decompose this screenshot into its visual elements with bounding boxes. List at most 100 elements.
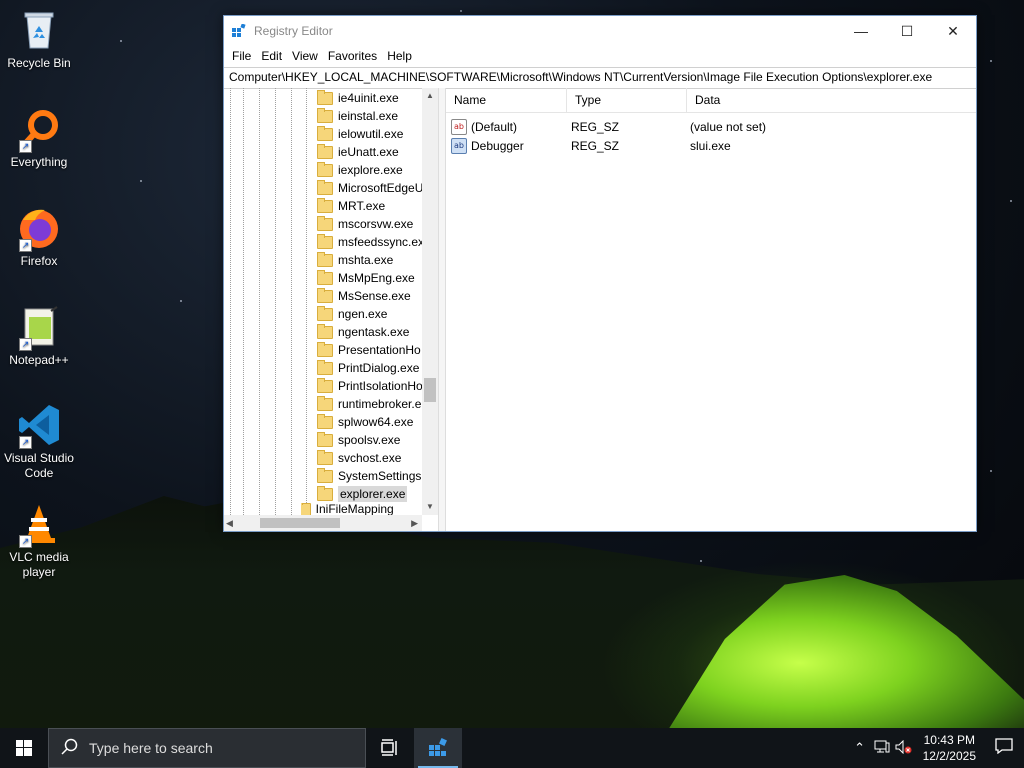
value-row-default[interactable]: ab (Default) REG_SZ (value not set) bbox=[446, 117, 976, 136]
tree-key-item[interactable]: ngentask.exe bbox=[317, 323, 409, 341]
menu-bar: File Edit View Favorites Help bbox=[224, 46, 976, 66]
tree-key-label: ie4uinit.exe bbox=[338, 91, 399, 105]
folder-icon bbox=[317, 251, 333, 267]
tree-key-item[interactable]: mscorsvw.exe bbox=[317, 215, 413, 233]
values-list[interactable]: Name Type Data ab (Default) REG_SZ (valu… bbox=[445, 88, 976, 531]
vscode-icon: ↗ bbox=[17, 403, 61, 449]
desktop-icon-label: Everything bbox=[10, 155, 68, 169]
folder-icon bbox=[317, 323, 333, 339]
tree-key-item[interactable]: ngen.exe bbox=[317, 305, 387, 323]
registry-editor-icon bbox=[429, 738, 447, 756]
title-bar[interactable]: Registry Editor — ☐ ✕ bbox=[224, 16, 976, 46]
tree-key-item[interactable]: PrintIsolationHo bbox=[317, 377, 423, 395]
tree-key-item[interactable]: MsMpEng.exe bbox=[317, 269, 415, 287]
column-header-data[interactable]: Data bbox=[687, 88, 895, 112]
tree-key-item[interactable]: explorer.exe bbox=[317, 485, 408, 503]
scroll-down-arrow-icon[interactable]: ▼ bbox=[422, 499, 438, 515]
tree-key-item[interactable]: SystemSettings. bbox=[317, 467, 425, 485]
maximize-button[interactable]: ☐ bbox=[884, 16, 930, 46]
scrollbar-thumb[interactable] bbox=[424, 378, 436, 402]
value-type: REG_SZ bbox=[571, 119, 620, 134]
folder-icon bbox=[317, 125, 333, 141]
tree-key-item[interactable]: ielowutil.exe bbox=[317, 125, 403, 143]
search-placeholder: Type here to search bbox=[89, 740, 213, 756]
tree-horizontal-scrollbar[interactable]: ◀ ▶ bbox=[224, 515, 422, 531]
desktop-icon-vlc[interactable]: ↗ VLC media player bbox=[0, 502, 78, 580]
desktop-icon-notepad-plus-plus[interactable]: ↗ Notepad++ bbox=[0, 305, 78, 368]
desktop-icon-label: Firefox bbox=[20, 254, 58, 268]
tree-key-item[interactable]: MsSense.exe bbox=[317, 287, 411, 305]
menu-favorites[interactable]: Favorites bbox=[323, 49, 382, 63]
tree-key-label: splwow64.exe bbox=[338, 415, 414, 429]
tree-vertical-scrollbar[interactable]: ▲ ▼ bbox=[422, 88, 438, 515]
start-button[interactable] bbox=[0, 728, 48, 768]
firefox-icon: ↗ bbox=[17, 206, 61, 252]
network-icon[interactable] bbox=[871, 740, 893, 757]
chevron-up-icon[interactable]: ⌃ bbox=[849, 740, 871, 756]
clock-time: 10:43 PM bbox=[923, 733, 975, 747]
scroll-up-arrow-icon[interactable]: ▲ bbox=[422, 88, 438, 104]
shortcut-arrow-icon: ↗ bbox=[19, 140, 32, 153]
desktop-icon-everything[interactable]: ↗ Everything bbox=[0, 107, 78, 170]
menu-help[interactable]: Help bbox=[382, 49, 417, 63]
scrollbar-thumb[interactable] bbox=[260, 518, 340, 528]
windows-logo-icon bbox=[16, 740, 32, 756]
tree-key-item[interactable]: PresentationHo bbox=[317, 341, 421, 359]
tree-key-item[interactable]: ieUnatt.exe bbox=[317, 143, 399, 161]
tree-key-label: ielowutil.exe bbox=[338, 127, 404, 141]
value-data: (value not set) bbox=[690, 119, 767, 134]
taskbar-clock[interactable]: 10:43 PM 12/2/2025 bbox=[915, 732, 984, 764]
menu-file[interactable]: File bbox=[227, 49, 256, 63]
tree-key-label: SystemSettings. bbox=[338, 469, 425, 483]
column-header-name[interactable]: Name bbox=[446, 88, 567, 112]
desktop-icon-vscode[interactable]: ↗ Visual Studio Code bbox=[0, 403, 78, 481]
taskbar-app-registry-editor[interactable] bbox=[414, 728, 462, 768]
tree-key-item[interactable]: msfeedssync.ex bbox=[317, 233, 424, 251]
folder-icon bbox=[317, 341, 333, 357]
value-type: REG_SZ bbox=[571, 138, 620, 153]
tree-key-item[interactable]: ›IniFileMapping bbox=[301, 503, 394, 515]
desktop-icon-recycle-bin[interactable]: Recycle Bin bbox=[0, 8, 78, 71]
folder-icon bbox=[317, 377, 333, 393]
tree-key-label: MsMpEng.exe bbox=[338, 271, 415, 285]
tree-key-item[interactable]: splwow64.exe bbox=[317, 413, 413, 431]
close-button[interactable]: ✕ bbox=[930, 16, 976, 46]
scroll-left-arrow-icon[interactable]: ◀ bbox=[226, 515, 233, 531]
column-header-type[interactable]: Type bbox=[567, 88, 687, 112]
desktop-icon-firefox[interactable]: ↗ Firefox bbox=[0, 206, 78, 269]
tree-key-item[interactable]: MicrosoftEdgeU bbox=[317, 179, 423, 197]
minimize-button[interactable]: — bbox=[838, 16, 884, 46]
tree-key-item[interactable]: ie4uinit.exe bbox=[317, 89, 399, 107]
tree-key-label: ngentask.exe bbox=[338, 325, 410, 339]
tree-key-item[interactable]: MRT.exe bbox=[317, 197, 385, 215]
string-value-icon: ab bbox=[451, 118, 467, 135]
folder-icon bbox=[317, 413, 333, 429]
task-view-icon bbox=[381, 739, 397, 756]
key-tree[interactable]: ie4uinit.exe ieinstal.exe ielowutil.exe ieU… bbox=[224, 88, 439, 531]
value-row-debugger[interactable]: ab Debugger REG_SZ slui.exe bbox=[446, 136, 976, 155]
everything-search-icon: ↗ bbox=[17, 107, 61, 153]
menu-edit[interactable]: Edit bbox=[256, 49, 287, 63]
folder-icon bbox=[317, 179, 333, 195]
tree-key-item[interactable]: iexplore.exe bbox=[317, 161, 403, 179]
registry-editor-icon bbox=[232, 23, 246, 38]
tree-key-label: mshta.exe bbox=[338, 253, 394, 267]
tree-key-item[interactable]: PrintDialog.exe bbox=[317, 359, 419, 377]
tree-key-item[interactable]: spoolsv.exe bbox=[317, 431, 400, 449]
menu-view[interactable]: View bbox=[287, 49, 323, 63]
tree-key-label: PresentationHo bbox=[338, 343, 421, 357]
tree-key-label: msfeedssync.ex bbox=[338, 235, 425, 249]
task-view-button[interactable] bbox=[366, 728, 414, 768]
tree-key-item[interactable]: runtimebroker.e bbox=[317, 395, 421, 413]
address-bar[interactable]: Computer\HKEY_LOCAL_MACHINE\SOFTWARE\Mic… bbox=[224, 67, 976, 89]
notification-center-icon[interactable] bbox=[984, 737, 1024, 759]
tree-key-item[interactable]: ieinstal.exe bbox=[317, 107, 398, 125]
tree-key-item[interactable]: svchost.exe bbox=[317, 449, 401, 467]
volume-muted-icon[interactable] bbox=[893, 739, 915, 757]
taskbar-search-box[interactable]: Type here to search bbox=[48, 728, 366, 768]
folder-icon bbox=[317, 449, 333, 465]
folder-icon bbox=[317, 305, 333, 321]
scroll-right-arrow-icon[interactable]: ▶ bbox=[411, 515, 418, 531]
recycle-bin-icon bbox=[17, 8, 61, 52]
tree-key-item[interactable]: mshta.exe bbox=[317, 251, 393, 269]
